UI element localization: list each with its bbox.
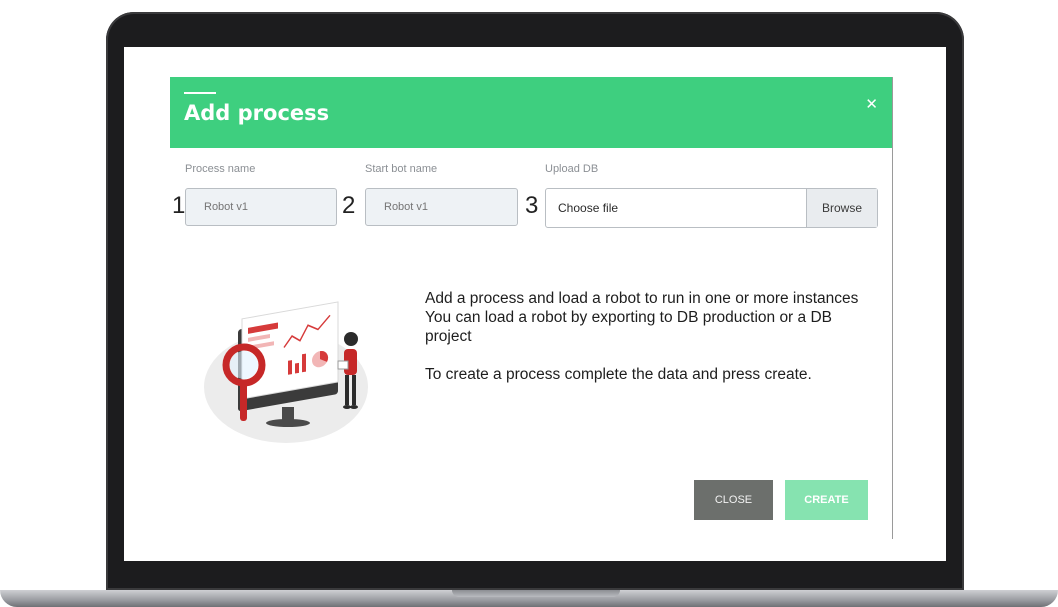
start-bot-name-label: Start bot name xyxy=(365,163,438,175)
modal-title: Add process xyxy=(184,101,330,125)
field-number-2: 2 xyxy=(342,192,356,219)
choose-file-text: Choose file xyxy=(558,201,619,215)
upload-db-label: Upload DB xyxy=(545,163,599,175)
header-accent-line xyxy=(184,92,216,94)
info-text: Add a process and load a robot to run in… xyxy=(425,289,880,384)
upload-db-file-input[interactable]: Choose file Browse xyxy=(545,188,878,228)
close-button[interactable]: CLOSE xyxy=(694,480,773,520)
field-number-1: 1 xyxy=(172,192,186,219)
browse-button[interactable]: Browse xyxy=(806,189,877,227)
process-name-label: Process name xyxy=(185,163,256,175)
info-paragraph-1: Add a process and load a robot to run in… xyxy=(425,290,859,345)
process-name-input[interactable] xyxy=(185,188,337,226)
add-process-modal: Add process ✕ Process name 1 Start bot n… xyxy=(170,77,893,539)
laptop-screen: Add process ✕ Process name 1 Start bot n… xyxy=(124,47,946,561)
start-bot-name-input[interactable] xyxy=(365,188,518,226)
info-paragraph-2: To create a process complete the data an… xyxy=(425,366,812,383)
field-number-3: 3 xyxy=(525,192,539,219)
close-icon[interactable]: ✕ xyxy=(865,95,878,113)
laptop-notch xyxy=(452,590,620,597)
modal-header: Add process ✕ xyxy=(170,77,892,148)
create-button[interactable]: CREATE xyxy=(785,480,868,520)
process-illustration xyxy=(196,267,376,447)
